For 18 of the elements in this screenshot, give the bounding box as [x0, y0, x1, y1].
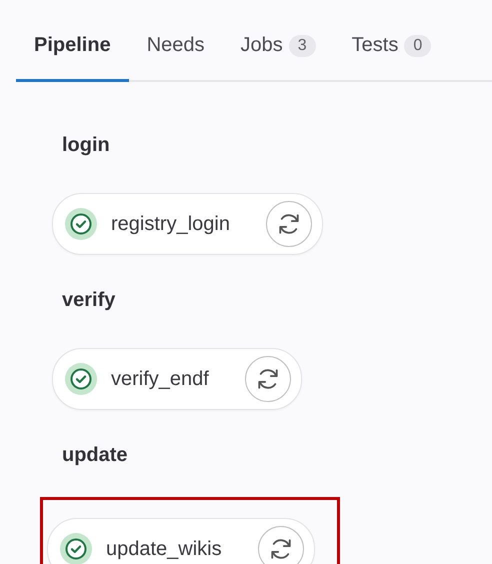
job-name: registry_login: [111, 212, 230, 236]
job-pill[interactable]: update_wikis: [47, 518, 315, 564]
job-pill[interactable]: verify_endf: [52, 348, 302, 410]
job-name: update_wikis: [106, 538, 222, 560]
job-name: verify_endf: [111, 368, 209, 390]
count-badge: 0: [404, 34, 432, 56]
count-badge: 3: [288, 34, 316, 56]
tab[interactable]: Jobs 3: [222, 12, 334, 82]
stage-title: login: [62, 134, 111, 157]
tab[interactable]: Pipeline: [16, 12, 129, 82]
tab[interactable]: Needs: [128, 12, 223, 82]
retry-button[interactable]: [258, 526, 304, 564]
retry-button[interactable]: [244, 356, 291, 402]
stage-title: verify: [62, 289, 116, 312]
retry-button[interactable]: [266, 201, 312, 247]
stage-title: update: [62, 444, 129, 467]
job-pill[interactable]: registry_login: [52, 193, 323, 255]
tab[interactable]: Tests 0: [334, 12, 450, 82]
